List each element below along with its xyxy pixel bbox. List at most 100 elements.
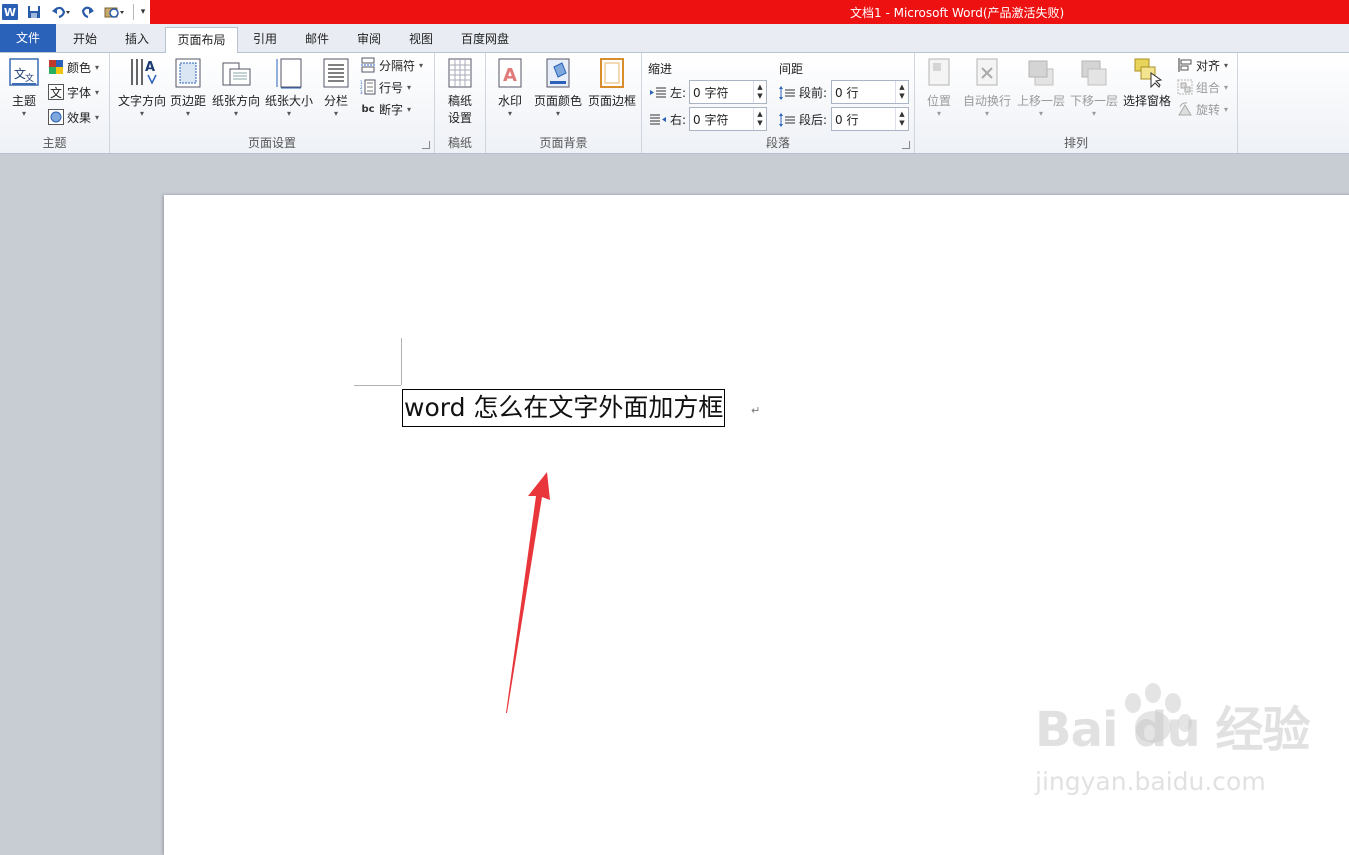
effects-icon bbox=[48, 109, 64, 125]
paragraph-group-label: 段落 bbox=[765, 136, 790, 150]
chevron-down-icon: ▾ bbox=[407, 82, 412, 92]
tab-page-layout[interactable]: 页面布局 bbox=[165, 27, 238, 53]
position-button[interactable]: 位置 ▾ bbox=[921, 57, 957, 119]
svg-text:A: A bbox=[145, 60, 155, 75]
spacing-before-icon bbox=[779, 85, 795, 101]
fonts-icon: 文 bbox=[48, 84, 64, 100]
rotate-button[interactable]: 旋转 ▾ bbox=[1177, 99, 1228, 119]
columns-button[interactable]: 分栏 ▾ bbox=[318, 57, 354, 119]
spacing-before-value: 0 行 bbox=[835, 85, 859, 100]
page-setup-group: A 文字方向 ▾ 页边距 ▾ 纸张方向 ▾ 纸张大小 ▾ 分栏 ▾ 分隔符 ▾ … bbox=[110, 53, 435, 153]
indent-right-value: 0 字符 bbox=[693, 112, 729, 127]
tab-file[interactable]: 文件 bbox=[0, 24, 56, 52]
manuscript-label-line2: 设置 bbox=[447, 111, 472, 125]
watermark-label: 水印 bbox=[497, 94, 522, 108]
page-color-button[interactable]: 页面颜色 ▾ bbox=[532, 57, 584, 119]
indent-left-input[interactable]: 0 字符 ▲ ▼ bbox=[689, 80, 767, 104]
manuscript-settings-button[interactable]: 稿纸 设置 bbox=[441, 57, 479, 126]
breaks-button[interactable]: 分隔符 ▾ bbox=[360, 55, 423, 75]
spin-arrows-icon[interactable]: ▲ ▼ bbox=[895, 108, 908, 130]
spacing-before-field-label: 段前: bbox=[779, 84, 827, 101]
indent-right-icon bbox=[650, 112, 666, 128]
spacing-after-field-label: 段后: bbox=[779, 111, 827, 128]
spin-arrows-icon[interactable]: ▲ ▼ bbox=[753, 81, 766, 103]
chevron-down-icon: ▾ bbox=[185, 109, 190, 118]
ribbon-tabs: 文件 开始 插入 页面布局 引用 邮件 审阅 视图 百度网盘 bbox=[0, 24, 1349, 53]
selection-pane-button[interactable]: 选择窗格 bbox=[1121, 57, 1173, 109]
tab-view[interactable]: 视图 bbox=[398, 27, 444, 52]
spacing-after-icon bbox=[779, 112, 795, 128]
spin-arrows-icon[interactable]: ▲ ▼ bbox=[895, 81, 908, 103]
text-direction-button[interactable]: A 文字方向 ▾ bbox=[116, 57, 168, 119]
theme-button[interactable]: 文文 主题 ▾ bbox=[5, 57, 43, 119]
boxed-document-text[interactable]: word 怎么在文字外面加方框 bbox=[402, 389, 726, 427]
tab-insert[interactable]: 插入 bbox=[114, 27, 160, 52]
line-numbers-label: 行号 bbox=[379, 80, 404, 95]
page-borders-label: 页面边框 bbox=[587, 94, 636, 108]
watermark-button[interactable]: A 水印 ▾ bbox=[492, 57, 528, 119]
size-button[interactable]: 纸张大小 ▾ bbox=[263, 57, 315, 119]
indent-right-input[interactable]: 0 字符 ▲ ▼ bbox=[689, 107, 767, 131]
paragraph-launcher-icon[interactable] bbox=[902, 141, 910, 149]
hyphenation-button[interactable]: bc 断字 ▾ bbox=[360, 99, 411, 119]
paragraph-mark: ↵ bbox=[751, 404, 761, 417]
selection-pane-label: 选择窗格 bbox=[1122, 94, 1171, 108]
fonts-label: 字体 bbox=[67, 85, 92, 100]
effects-button[interactable]: 效果 ▾ bbox=[48, 107, 99, 127]
align-button[interactable]: 对齐 ▾ bbox=[1177, 55, 1228, 75]
spacing-before-input[interactable]: 0 行 ▲ ▼ bbox=[831, 80, 909, 104]
chevron-down-icon: ▾ bbox=[139, 109, 144, 118]
paragraph-group: 缩进 间距 左: 0 字符 ▲ ▼ 右: 0 字符 ▲ ▼ 段前: 0 行 ▲ ▼ bbox=[642, 53, 915, 153]
tab-mailings[interactable]: 邮件 bbox=[294, 27, 340, 52]
separator bbox=[133, 4, 134, 20]
manuscript-group: 稿纸 设置 稿纸 bbox=[435, 53, 486, 153]
theme-label: 主题 bbox=[11, 94, 36, 108]
theme-icon: 文文 bbox=[8, 57, 40, 89]
indent-heading: 缩进 bbox=[648, 62, 673, 76]
tab-home[interactable]: 开始 bbox=[62, 27, 108, 52]
redo-icon[interactable] bbox=[80, 3, 96, 21]
line-numbers-button[interactable]: 123 行号 ▾ bbox=[360, 77, 411, 97]
tab-references[interactable]: 引用 bbox=[242, 27, 288, 52]
chevron-down-icon: ▾ bbox=[936, 109, 941, 118]
chevron-down-icon: ▾ bbox=[286, 109, 291, 118]
fonts-button[interactable]: 文 字体 ▾ bbox=[48, 82, 99, 102]
orientation-button[interactable]: 纸张方向 ▾ bbox=[210, 57, 262, 119]
page-setup-launcher-icon[interactable] bbox=[422, 141, 430, 149]
spacing-after-input[interactable]: 0 行 ▲ ▼ bbox=[831, 107, 909, 131]
svg-text:A: A bbox=[503, 65, 517, 86]
send-backward-button[interactable]: 下移一层 ▾ bbox=[1068, 57, 1120, 119]
wrap-text-button[interactable]: 自动换行 ▾ bbox=[961, 57, 1013, 119]
breaks-label: 分隔符 bbox=[379, 58, 416, 73]
annotation-arrow-icon bbox=[506, 472, 550, 713]
chevron-down-icon: ▾ bbox=[233, 109, 238, 118]
columns-icon bbox=[320, 57, 352, 89]
group-button[interactable]: 组合 ▾ bbox=[1177, 77, 1228, 97]
customize-icon[interactable]: ▾ bbox=[138, 3, 148, 21]
bring-forward-button[interactable]: 上移一层 ▾ bbox=[1015, 57, 1067, 119]
chevron-down-icon: ▾ bbox=[21, 109, 26, 118]
tab-review[interactable]: 审阅 bbox=[346, 27, 392, 52]
size-label: 纸张大小 bbox=[264, 94, 313, 108]
text-direction-icon: A bbox=[126, 57, 158, 89]
chevron-down-icon: ▾ bbox=[1224, 60, 1229, 70]
colors-button[interactable]: 颜色 ▾ bbox=[48, 57, 99, 77]
wrap-text-label: 自动换行 bbox=[962, 94, 1011, 108]
line-numbers-icon: 123 bbox=[360, 79, 376, 95]
page-borders-icon bbox=[596, 57, 628, 89]
title-bar: W ▾ 文档1 - Microsoft Word(产品激活失败) bbox=[0, 0, 1349, 24]
arrange-group-label: 排列 bbox=[1063, 136, 1088, 150]
spin-arrows-icon[interactable]: ▲ ▼ bbox=[753, 108, 766, 130]
tab-baidu-netdisk[interactable]: 百度网盘 bbox=[450, 27, 520, 52]
text-direction-label: 文字方向 bbox=[117, 94, 166, 108]
page-background-group: A 水印 ▾ 页面颜色 ▾ 页面边框 页面背景 bbox=[486, 53, 642, 153]
margins-icon bbox=[172, 57, 204, 89]
undo-icon[interactable] bbox=[50, 3, 72, 21]
arrange-group: 位置 ▾ 自动换行 ▾ 上移一层 ▾ 下移一层 ▾ 选择窗格 对齐 ▾ 组合 ▾… bbox=[915, 53, 1238, 153]
word-app-icon[interactable]: W bbox=[2, 4, 18, 20]
page-size-icon bbox=[273, 57, 305, 89]
save-icon[interactable] bbox=[26, 3, 42, 21]
page-borders-button[interactable]: 页面边框 bbox=[586, 57, 638, 109]
margins-button[interactable]: 页边距 ▾ bbox=[168, 57, 208, 119]
print-preview-icon[interactable] bbox=[103, 3, 127, 21]
